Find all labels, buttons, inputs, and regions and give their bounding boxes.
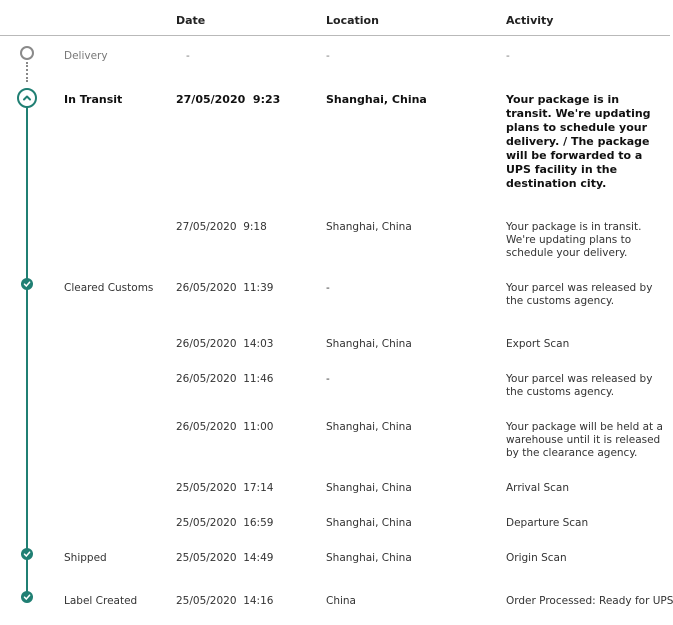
activity-cell: Departure Scan (506, 517, 589, 529)
location-cell: Shanghai, China (326, 338, 412, 350)
date-cell: 25/05/2020 16:59 (176, 517, 274, 529)
activity-cell: Your parcel was released by the customs … (506, 282, 653, 307)
status-label: Shipped (64, 552, 107, 564)
activity-cell: Arrival Scan (506, 482, 569, 494)
status-label: Cleared Customs (64, 282, 154, 294)
column-header-date: Date (176, 14, 206, 27)
location-cell: - (326, 373, 330, 385)
activity-cell: Export Scan (506, 338, 570, 350)
location-cell: Shanghai, China (326, 421, 412, 433)
status-label: Label Created (64, 595, 138, 607)
pending-circle-icon (20, 46, 34, 60)
location-cell: Shanghai, China (326, 221, 412, 233)
activity-cell: Your package will be held at a warehouse… (506, 421, 663, 459)
header-divider (0, 35, 670, 36)
timeline-pending-connector (26, 62, 28, 82)
timeline-track (26, 104, 28, 598)
status-label: In Transit (64, 93, 123, 106)
activity-cell: Order Processed: Ready for UPS (506, 595, 673, 607)
date-cell: 26/05/2020 14:03 (176, 338, 274, 350)
location-cell: Shanghai, China (326, 517, 412, 529)
date-cell: 27/05/2020 9:18 (176, 221, 267, 233)
check-icon (21, 278, 33, 290)
date-cell: 25/05/2020 17:14 (176, 482, 274, 494)
date-cell: 25/05/2020 14:49 (176, 552, 274, 564)
date-cell: 26/05/2020 11:00 (176, 421, 274, 433)
location-cell: - (326, 50, 330, 62)
activity-cell: Your package is in transit. We're updati… (506, 221, 642, 259)
date-cell: 26/05/2020 11:46 (176, 373, 274, 385)
activity-cell: Origin Scan (506, 552, 567, 564)
activity-cell: - (506, 50, 510, 62)
location-cell: China (326, 595, 356, 607)
activity-cell: Your parcel was released by the customs … (506, 373, 653, 398)
activity-cell: Your package is in transit. We're updati… (506, 93, 651, 190)
date-cell: - (186, 50, 190, 62)
date-cell: 26/05/2020 11:39 (176, 282, 274, 294)
location-cell: Shanghai, China (326, 552, 412, 564)
column-header-activity: Activity (506, 14, 554, 27)
location-cell: - (326, 282, 330, 294)
check-icon (21, 591, 33, 603)
location-cell: Shanghai, China (326, 482, 412, 494)
column-header-location: Location (326, 14, 379, 27)
date-cell: 27/05/2020 9:23 (176, 93, 281, 106)
check-icon (21, 548, 33, 560)
date-cell: 25/05/2020 14:16 (176, 595, 274, 607)
location-cell: Shanghai, China (326, 93, 427, 106)
chevron-up-icon[interactable] (17, 88, 37, 108)
status-label: Delivery (64, 50, 108, 62)
